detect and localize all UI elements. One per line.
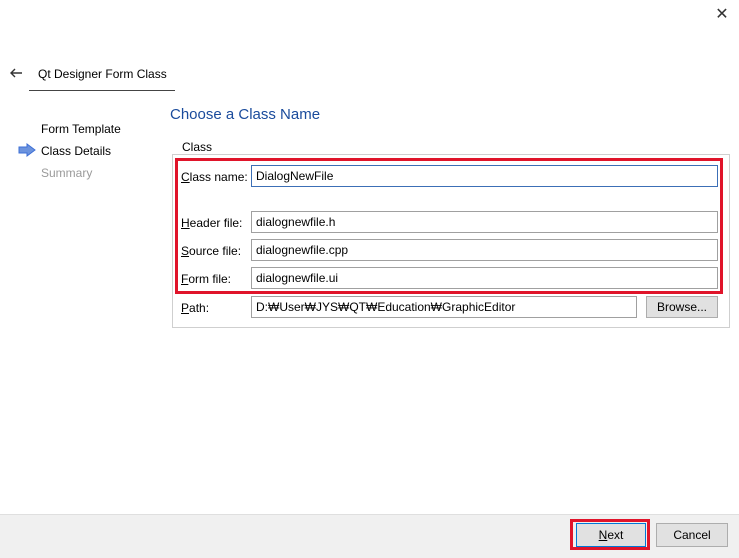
class-name-label: Class name: bbox=[181, 170, 248, 184]
wizard-title: Qt Designer Form Class bbox=[38, 67, 167, 81]
path-input[interactable]: D:₩User₩JYS₩QT₩Education₩GraphicEditor bbox=[251, 296, 637, 318]
form-file-input[interactable]: dialognewfile.ui bbox=[251, 267, 718, 289]
back-arrow-icon[interactable] bbox=[8, 65, 24, 81]
source-file-label: Source file: bbox=[181, 244, 242, 258]
header-file-label: Header file: bbox=[181, 216, 243, 230]
class-name-input[interactable]: DialogNewFile bbox=[251, 165, 718, 187]
title-underline bbox=[29, 90, 175, 91]
current-step-arrow-icon bbox=[18, 143, 36, 160]
page-heading: Choose a Class Name bbox=[170, 106, 321, 123]
class-group-legend: Class bbox=[180, 140, 215, 154]
browse-button[interactable]: Browse... bbox=[646, 296, 718, 318]
form-file-label: Form file: bbox=[181, 272, 232, 286]
close-icon[interactable]: ✕ bbox=[713, 6, 731, 24]
step-form-template: Form Template bbox=[41, 122, 121, 136]
step-summary: Summary bbox=[41, 166, 93, 180]
header-file-input[interactable]: dialognewfile.h bbox=[251, 211, 718, 233]
path-label: Path: bbox=[181, 301, 210, 315]
next-button[interactable]: Next bbox=[576, 523, 646, 547]
source-file-input[interactable]: dialognewfile.cpp bbox=[251, 239, 718, 261]
cancel-button[interactable]: Cancel bbox=[656, 523, 728, 547]
step-class-details: Class Details bbox=[41, 144, 112, 158]
